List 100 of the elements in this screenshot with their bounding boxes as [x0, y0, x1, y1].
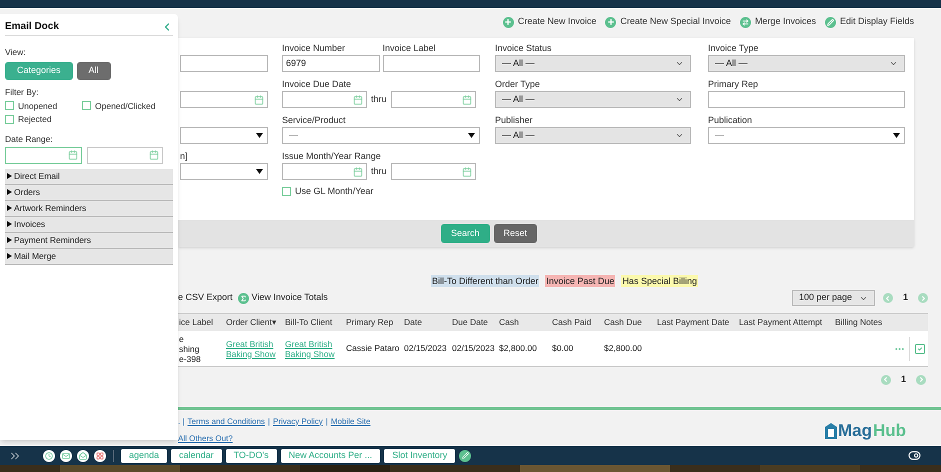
filter-checkbox-row[interactable]: Opened/Clicked	[82, 100, 172, 112]
view-toggle[interactable]: All	[76, 62, 111, 80]
dropdown[interactable]: — All —	[708, 55, 905, 72]
column-header[interactable]: Cash Paid	[551, 316, 603, 329]
per-page-dropdown[interactable]: 100 per page	[792, 290, 875, 306]
date-field[interactable]	[282, 163, 367, 180]
legend-tag: Invoice Past Due	[545, 275, 616, 287]
column-header[interactable]: Cash	[498, 316, 551, 329]
date-range-label: Date Range:	[5, 133, 54, 146]
date-field[interactable]	[390, 163, 476, 180]
chevron-down-icon	[889, 59, 898, 68]
column-header[interactable]: Cash Due	[603, 316, 656, 329]
footer-link[interactable]: Mobile Site	[330, 416, 370, 428]
category-item[interactable]: Artwork Reminders	[5, 200, 173, 217]
tool-link[interactable]: View Invoice Totals	[252, 291, 328, 305]
category-item[interactable]: Direct Email	[5, 168, 173, 185]
field-label: Issue Month/Year Range	[282, 150, 382, 163]
checkbox-row[interactable]: Use GL Month/Year	[282, 185, 480, 198]
previous-page-icon[interactable]	[882, 293, 893, 303]
dropdown[interactable]: — All —	[495, 127, 691, 144]
maghub-logo: MagHub	[824, 416, 906, 444]
category-item[interactable]: Payment Reminders	[5, 232, 173, 249]
field-label: Primary Rep	[708, 78, 760, 91]
next-page-icon[interactable]	[918, 293, 928, 303]
category-item[interactable]: Mail Merge	[5, 248, 173, 265]
checkbox[interactable]	[5, 115, 14, 124]
category-item[interactable]: Orders	[5, 184, 173, 201]
filter-checkbox-row[interactable]: Rejected	[5, 113, 82, 126]
calendar-icon[interactable]	[254, 94, 264, 104]
plus-icon	[605, 16, 616, 28]
combo-box[interactable]	[180, 127, 268, 144]
field-label: n]	[180, 150, 189, 163]
column-header[interactable]: Billing Notes	[834, 316, 894, 329]
combo-box[interactable]	[180, 163, 268, 180]
table-cell: Cassie Pataro	[346, 343, 400, 354]
checkbox[interactable]	[82, 101, 91, 110]
merge-icon	[740, 16, 751, 28]
action-link[interactable]: Edit Display Fields	[840, 15, 914, 29]
dropdown[interactable]: — All —	[495, 91, 691, 108]
caret-icon	[7, 189, 12, 196]
text-field[interactable]	[382, 55, 480, 72]
chevron-down-icon	[675, 95, 684, 104]
tool-link[interactable]: e CSV Export	[178, 291, 233, 305]
action-link[interactable]: Create New Invoice	[518, 15, 596, 29]
caret-icon	[7, 253, 12, 260]
field-label: Service/Product	[282, 114, 347, 127]
mail-icon[interactable]	[60, 450, 72, 462]
dropdown[interactable]: — All —	[495, 55, 691, 72]
date-field[interactable]	[87, 146, 163, 164]
view-label: View:	[5, 46, 27, 59]
grid-icon[interactable]	[94, 450, 106, 462]
column-header[interactable]: Date	[403, 316, 451, 329]
column-header[interactable]: Last Payment Attempt	[738, 316, 834, 329]
action-link[interactable]: Merge Invoices	[754, 15, 816, 29]
field-label: Invoice Status	[495, 42, 553, 55]
date-field[interactable]	[390, 91, 476, 108]
date-field[interactable]	[180, 91, 268, 108]
text-field[interactable]: 6979	[282, 55, 380, 72]
calendar-icon[interactable]	[353, 166, 363, 176]
triangle-down-icon	[256, 169, 263, 174]
page-number: 1	[902, 291, 908, 304]
calendar-icon[interactable]	[68, 150, 78, 160]
column-header[interactable]: Primary Rep	[345, 316, 403, 329]
checkbox[interactable]	[5, 101, 14, 110]
calendar-icon[interactable]	[149, 150, 159, 160]
date-field[interactable]	[5, 146, 82, 164]
clock-icon[interactable]	[43, 450, 55, 462]
text-field[interactable]	[180, 55, 268, 72]
checked-checkbox-icon[interactable]	[914, 342, 926, 354]
column-header[interactable]: Bill-To Client	[284, 316, 345, 329]
column-header[interactable]: Last Payment Date	[656, 316, 738, 329]
calendar-icon[interactable]	[353, 94, 363, 104]
calendar-icon[interactable]	[462, 94, 472, 104]
filter-checkbox-row[interactable]: Unopened	[5, 100, 82, 112]
date-field[interactable]	[282, 91, 367, 108]
footer-link[interactable]: Privacy Policy	[272, 416, 323, 428]
table-cell: $2,800.00	[499, 343, 537, 354]
dock-title: Email Dock	[5, 20, 59, 34]
legend-tag: Has Special Billing	[621, 275, 698, 287]
action-link[interactable]: Create New Special Invoice	[620, 15, 731, 29]
category-item[interactable]: Invoices	[5, 216, 173, 233]
footer-link[interactable]: Terms and Conditions	[188, 416, 265, 428]
column-header[interactable]: Order Client▾	[225, 316, 284, 329]
combo-box[interactable]: —	[708, 127, 905, 144]
pencil-icon	[824, 16, 836, 28]
text-field[interactable]	[708, 91, 905, 108]
footer-link[interactable]: All Others Out?	[178, 432, 370, 444]
open-mail-icon[interactable]	[77, 450, 89, 462]
calendar-icon[interactable]	[462, 166, 472, 176]
range-separator: thru	[371, 92, 387, 106]
checkbox[interactable]	[282, 187, 291, 196]
pencil-icon[interactable]	[459, 450, 472, 462]
column-header[interactable]: ice Label	[178, 316, 225, 329]
column-header[interactable]: Due Date	[451, 316, 498, 329]
toggle-icon[interactable]	[908, 449, 921, 462]
link-separator: . |	[178, 416, 185, 428]
reset-button[interactable]: Reset	[494, 224, 538, 243]
combo-box[interactable]: —	[282, 127, 480, 144]
previous-page-icon[interactable]	[880, 374, 891, 385]
next-page-icon[interactable]	[916, 374, 926, 385]
